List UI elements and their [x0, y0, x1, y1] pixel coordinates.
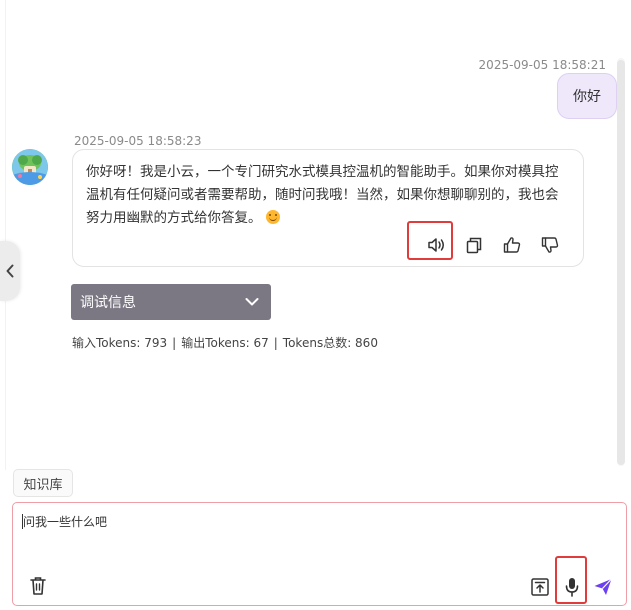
like-button[interactable]	[501, 233, 523, 257]
output-tokens: 输出Tokens: 67	[181, 336, 269, 350]
message-actions	[73, 230, 583, 260]
user-message-bubble: 你好	[557, 73, 617, 119]
send-button[interactable]	[593, 577, 613, 597]
text-caret	[22, 514, 23, 529]
thumbs-up-icon	[503, 237, 521, 253]
user-message-text: 你好	[573, 89, 601, 105]
upload-icon	[531, 578, 549, 596]
debug-info-label: 调试信息	[80, 295, 136, 311]
bot-message-body: 你好呀！我是小云，一个专门研究水式模具控温机的智能助手。如果你对模具控温机有任何…	[86, 161, 570, 230]
user-message-timestamp: 2025-09-05 18:58:21	[478, 58, 606, 72]
bot-message-bubble: 你好呀！我是小云，一个专门研究水式模具控温机的智能助手。如果你对模具控温机有任何…	[72, 149, 584, 267]
token-separator: |	[172, 336, 177, 350]
chat-panel: 2025-09-05 18:58:21 你好 2025-09-05 18:58:…	[0, 0, 631, 610]
smiling-face-icon	[265, 210, 280, 224]
chevron-down-icon	[245, 298, 259, 306]
mic-highlight-box	[555, 556, 587, 604]
knowledge-base-button[interactable]: 知识库	[13, 469, 73, 497]
upload-file-button[interactable]	[530, 577, 550, 597]
token-separator: |	[273, 336, 278, 350]
message-composer	[12, 502, 627, 606]
bot-message-timestamp: 2025-09-05 18:58:23	[74, 134, 202, 148]
thumbs-down-icon	[541, 237, 559, 253]
clear-chat-button[interactable]	[28, 575, 48, 597]
knowledge-base-label: 知识库	[23, 477, 63, 493]
trash-icon	[30, 577, 46, 595]
token-stats: 输入Tokens: 793 | 输出Tokens: 67 | Tokens总数: 860	[72, 334, 378, 351]
send-icon	[594, 578, 612, 595]
chevron-left-icon	[6, 264, 14, 278]
input-tokens: 输入Tokens: 793	[72, 336, 168, 350]
scrollbar-thumb[interactable]	[617, 60, 625, 465]
dislike-button[interactable]	[539, 233, 561, 257]
debug-info-toggle[interactable]: 调试信息	[71, 284, 271, 320]
bot-message-text: 你好呀！我是小云，一个专门研究水式模具控温机的智能助手。如果你对模具控温机有任何…	[86, 164, 559, 226]
avatar-illustration-icon	[12, 149, 48, 185]
message-input[interactable]	[21, 511, 621, 555]
copy-button[interactable]	[463, 233, 485, 257]
bot-avatar	[12, 149, 48, 185]
copy-icon	[466, 237, 482, 254]
speaker-highlight-box	[407, 221, 453, 260]
total-tokens: Tokens总数: 860	[282, 336, 378, 350]
collapse-sidebar-button[interactable]	[0, 241, 20, 301]
panel-border	[5, 0, 6, 470]
